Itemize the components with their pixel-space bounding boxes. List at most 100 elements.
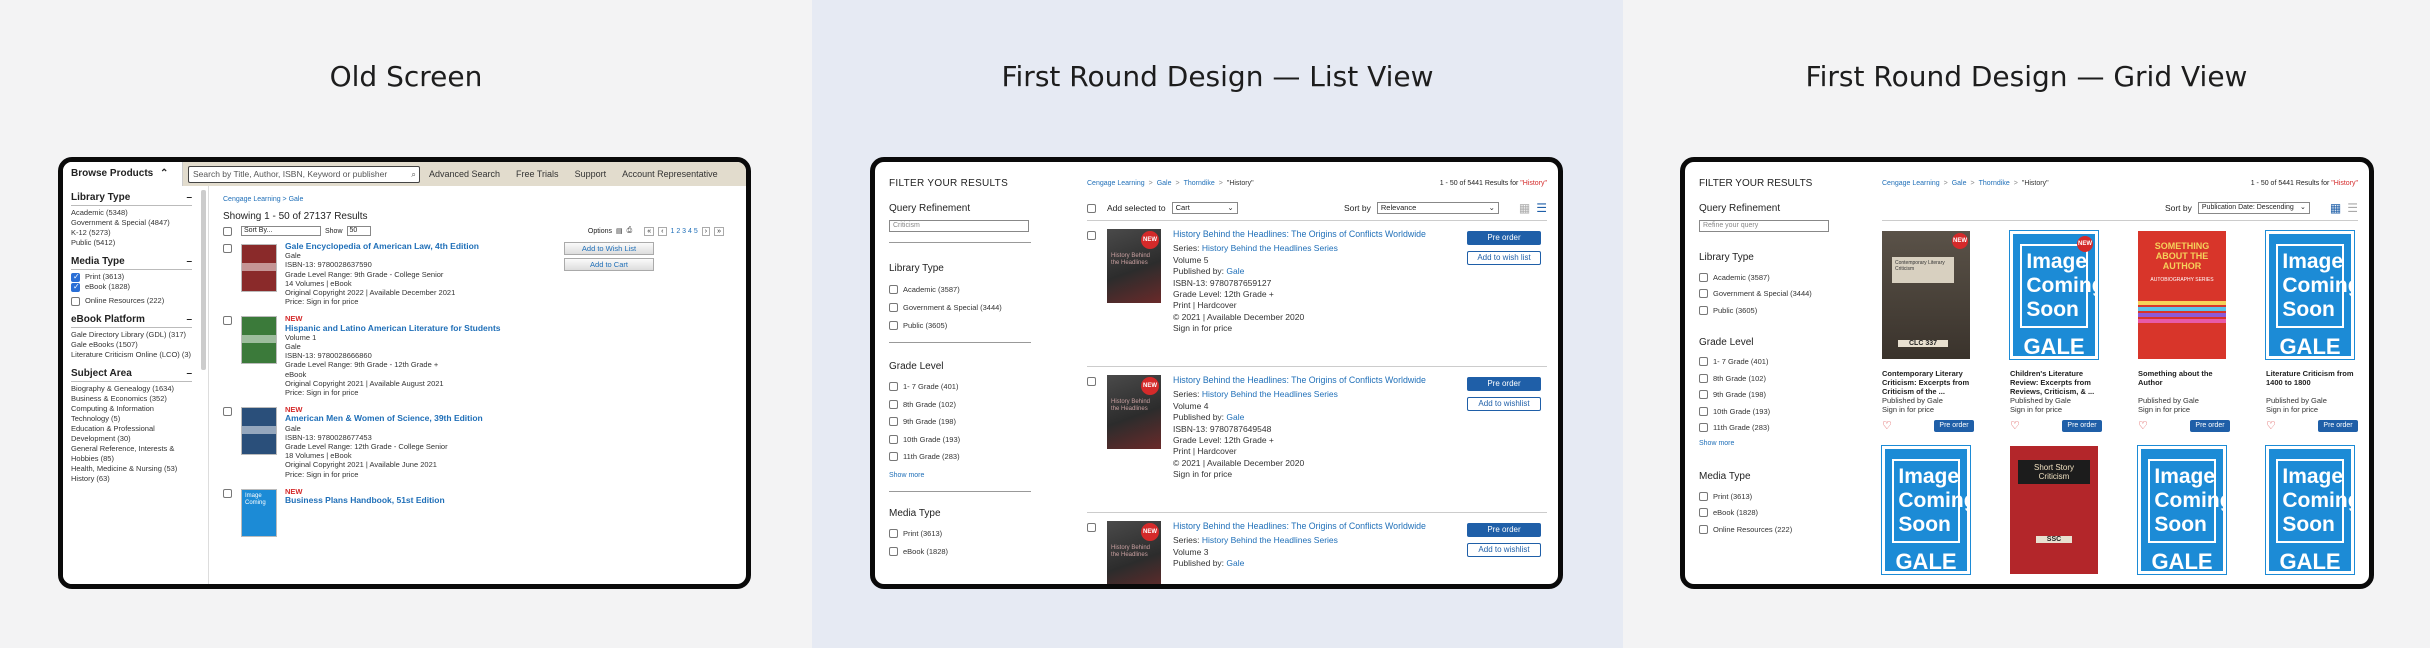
grid-show-more-link[interactable]: Show more <box>1699 438 1841 449</box>
filter-checkbox[interactable] <box>1699 272 1708 282</box>
old-facet-item[interactable]: Computing & Information Technology (5) <box>71 404 202 424</box>
nav-free-trials[interactable]: Free Trials <box>516 169 559 179</box>
filter-checkbox[interactable] <box>889 320 898 330</box>
grid-view-icon[interactable]: ▦ <box>2330 201 2341 215</box>
filter-checkbox[interactable] <box>889 284 898 294</box>
result-checkbox[interactable] <box>223 488 232 498</box>
pager-next[interactable]: › <box>701 226 711 236</box>
old-result-title[interactable]: Business Plans Handbook, 51st Edition <box>285 495 445 505</box>
grid-query-input[interactable]: Refine your query <box>1699 220 1829 232</box>
grid-sort-select[interactable]: Publication Date: Descending ⌄ <box>2197 202 2310 214</box>
add-to-wishlist-button[interactable]: Add to wishlist <box>1467 397 1541 411</box>
filter-option[interactable]: eBook (1828) <box>889 543 1031 561</box>
filter-checkbox[interactable] <box>889 417 898 427</box>
filter-option[interactable]: Academic (3587) <box>889 280 1031 298</box>
filter-checkbox[interactable] <box>889 547 898 556</box>
old-facet-item[interactable]: General Reference, Interests & Hobbies (… <box>71 444 202 464</box>
result-checkbox[interactable] <box>223 316 232 326</box>
old-show-select[interactable]: 50 <box>346 226 371 236</box>
pre-order-button[interactable]: Pre order <box>2190 420 2230 432</box>
result-checkbox[interactable] <box>1087 377 1096 386</box>
media-checkbox[interactable] <box>71 282 80 292</box>
filter-checkbox[interactable] <box>1699 406 1708 416</box>
list-result-title[interactable]: History Behind the Headlines: The Origin… <box>1173 375 1463 386</box>
list-view-icon[interactable]: ☰ <box>2347 201 2358 215</box>
publisher-link[interactable]: Gale <box>1226 266 1244 276</box>
search-icon[interactable]: ⌕ <box>411 167 416 182</box>
breadcrumb-item[interactable]: Thorndike <box>1979 180 2010 187</box>
filter-option[interactable]: 10th Grade (193) <box>889 431 1031 449</box>
old-facet-item[interactable]: Gale eBooks (1507) <box>71 340 202 350</box>
filter-checkbox[interactable] <box>1699 524 1708 534</box>
filter-option[interactable]: 9th Grade (198) <box>889 413 1031 431</box>
collapse-icon[interactable]: – <box>186 256 192 267</box>
old-facet-item[interactable]: Public (5412) <box>71 238 202 248</box>
collapse-icon[interactable]: – <box>186 368 192 379</box>
pager-pages[interactable]: 1 2 3 4 5 <box>671 228 698 235</box>
result-checkbox[interactable] <box>1087 523 1096 532</box>
filter-checkbox[interactable] <box>1699 390 1708 400</box>
filter-option[interactable]: eBook (1828) <box>1699 505 1841 522</box>
filter-option[interactable]: Government & Special (3444) <box>1699 286 1841 303</box>
collapse-icon[interactable]: – <box>186 192 192 203</box>
pre-order-button[interactable]: Pre order <box>1467 523 1541 537</box>
filter-option[interactable]: 1- 7 Grade (401) <box>889 378 1031 396</box>
filter-checkbox[interactable] <box>889 302 898 312</box>
add-to-wishlist-button[interactable]: Add to wish list <box>1467 251 1541 265</box>
collapse-icon[interactable]: – <box>186 314 192 325</box>
list-show-more-link[interactable]: Show more <box>889 470 1031 481</box>
heart-icon[interactable]: ♡ <box>1882 420 1892 432</box>
filter-option[interactable]: 8th Grade (102) <box>889 396 1031 414</box>
old-facet-item[interactable]: Education & Professional Development (30… <box>71 424 202 444</box>
filter-checkbox[interactable] <box>1699 423 1708 433</box>
filter-checkbox[interactable] <box>1699 289 1708 299</box>
list-cart-select[interactable]: Cart ⌄ <box>1171 202 1238 214</box>
heart-icon[interactable]: ♡ <box>2138 420 2148 432</box>
series-link[interactable]: History Behind the Headlines Series <box>1202 243 1338 253</box>
result-checkbox[interactable] <box>1087 231 1096 240</box>
browse-products-button[interactable]: Browse Products ⌃ <box>63 162 183 186</box>
filter-checkbox[interactable] <box>889 382 898 392</box>
list-result-title[interactable]: History Behind the Headlines: The Origin… <box>1173 521 1463 532</box>
select-all-checkbox[interactable] <box>223 226 232 236</box>
filter-option[interactable]: Print (3613) <box>889 525 1031 543</box>
old-facet-item[interactable]: Literature Criticism Online (LCO) (3) <box>71 350 202 360</box>
filter-option[interactable]: 11th Grade (283) <box>1699 420 1841 437</box>
filter-option[interactable]: Print (3613) <box>1699 488 1841 505</box>
old-facet-item[interactable]: Biography & Genealogy (1634) <box>71 384 202 394</box>
filter-checkbox[interactable] <box>1699 373 1708 383</box>
add-to-wishlist-button[interactable]: Add to wishlist <box>1467 543 1541 557</box>
list-query-input[interactable]: Criticism <box>889 220 1029 232</box>
grid-view-icon[interactable]: ▦ <box>1519 201 1530 215</box>
old-result-title[interactable]: American Men & Women of Science, 39th Ed… <box>285 414 483 423</box>
filter-checkbox[interactable] <box>1699 491 1708 501</box>
grid-card-title[interactable]: Children's Literature Review: Excerpts f… <box>2010 369 2102 396</box>
media-checkbox[interactable] <box>71 272 80 282</box>
add-to-cart-button[interactable]: Add to Cart <box>564 258 654 271</box>
old-scrollbar[interactable] <box>201 190 206 370</box>
old-breadcrumb[interactable]: Cengage Learning > Gale <box>223 194 746 205</box>
pre-order-button[interactable]: Pre order <box>2318 420 2358 432</box>
add-to-wish-list-button[interactable]: Add to Wish List <box>564 242 654 255</box>
series-link[interactable]: History Behind the Headlines Series <box>1202 389 1338 399</box>
nav-support[interactable]: Support <box>575 169 607 179</box>
old-result-title[interactable]: Hispanic and Latino American Literature … <box>285 323 501 333</box>
pre-order-button[interactable]: Pre order <box>1467 231 1541 245</box>
breadcrumb-item[interactable]: Cengage Learning <box>1087 180 1145 187</box>
filter-checkbox[interactable] <box>889 434 898 444</box>
filter-checkbox[interactable] <box>889 529 898 538</box>
pager-last[interactable]: » <box>714 226 724 236</box>
old-facet-item[interactable]: Health, Medicine & Nursing (53) <box>71 464 202 474</box>
filter-checkbox[interactable] <box>1699 305 1708 315</box>
old-facet-item[interactable]: Government & Special (4847) <box>71 218 202 228</box>
publisher-link[interactable]: Gale <box>1226 558 1244 568</box>
old-facet-item[interactable]: Online Resources (222) <box>71 296 202 306</box>
old-search-input[interactable]: Search by Title, Author, ISBN, Keyword o… <box>188 166 420 183</box>
media-checkbox[interactable] <box>71 297 80 306</box>
heart-icon[interactable]: ♡ <box>2266 420 2276 432</box>
list-select-all-checkbox[interactable] <box>1087 203 1096 213</box>
print-icon[interactable]: ⎙ <box>627 227 633 235</box>
old-result-title[interactable]: Gale Encyclopedia of American Law, 4th E… <box>285 241 479 251</box>
list-result-title[interactable]: History Behind the Headlines: The Origin… <box>1173 229 1463 240</box>
pager-first[interactable]: « <box>644 226 655 236</box>
